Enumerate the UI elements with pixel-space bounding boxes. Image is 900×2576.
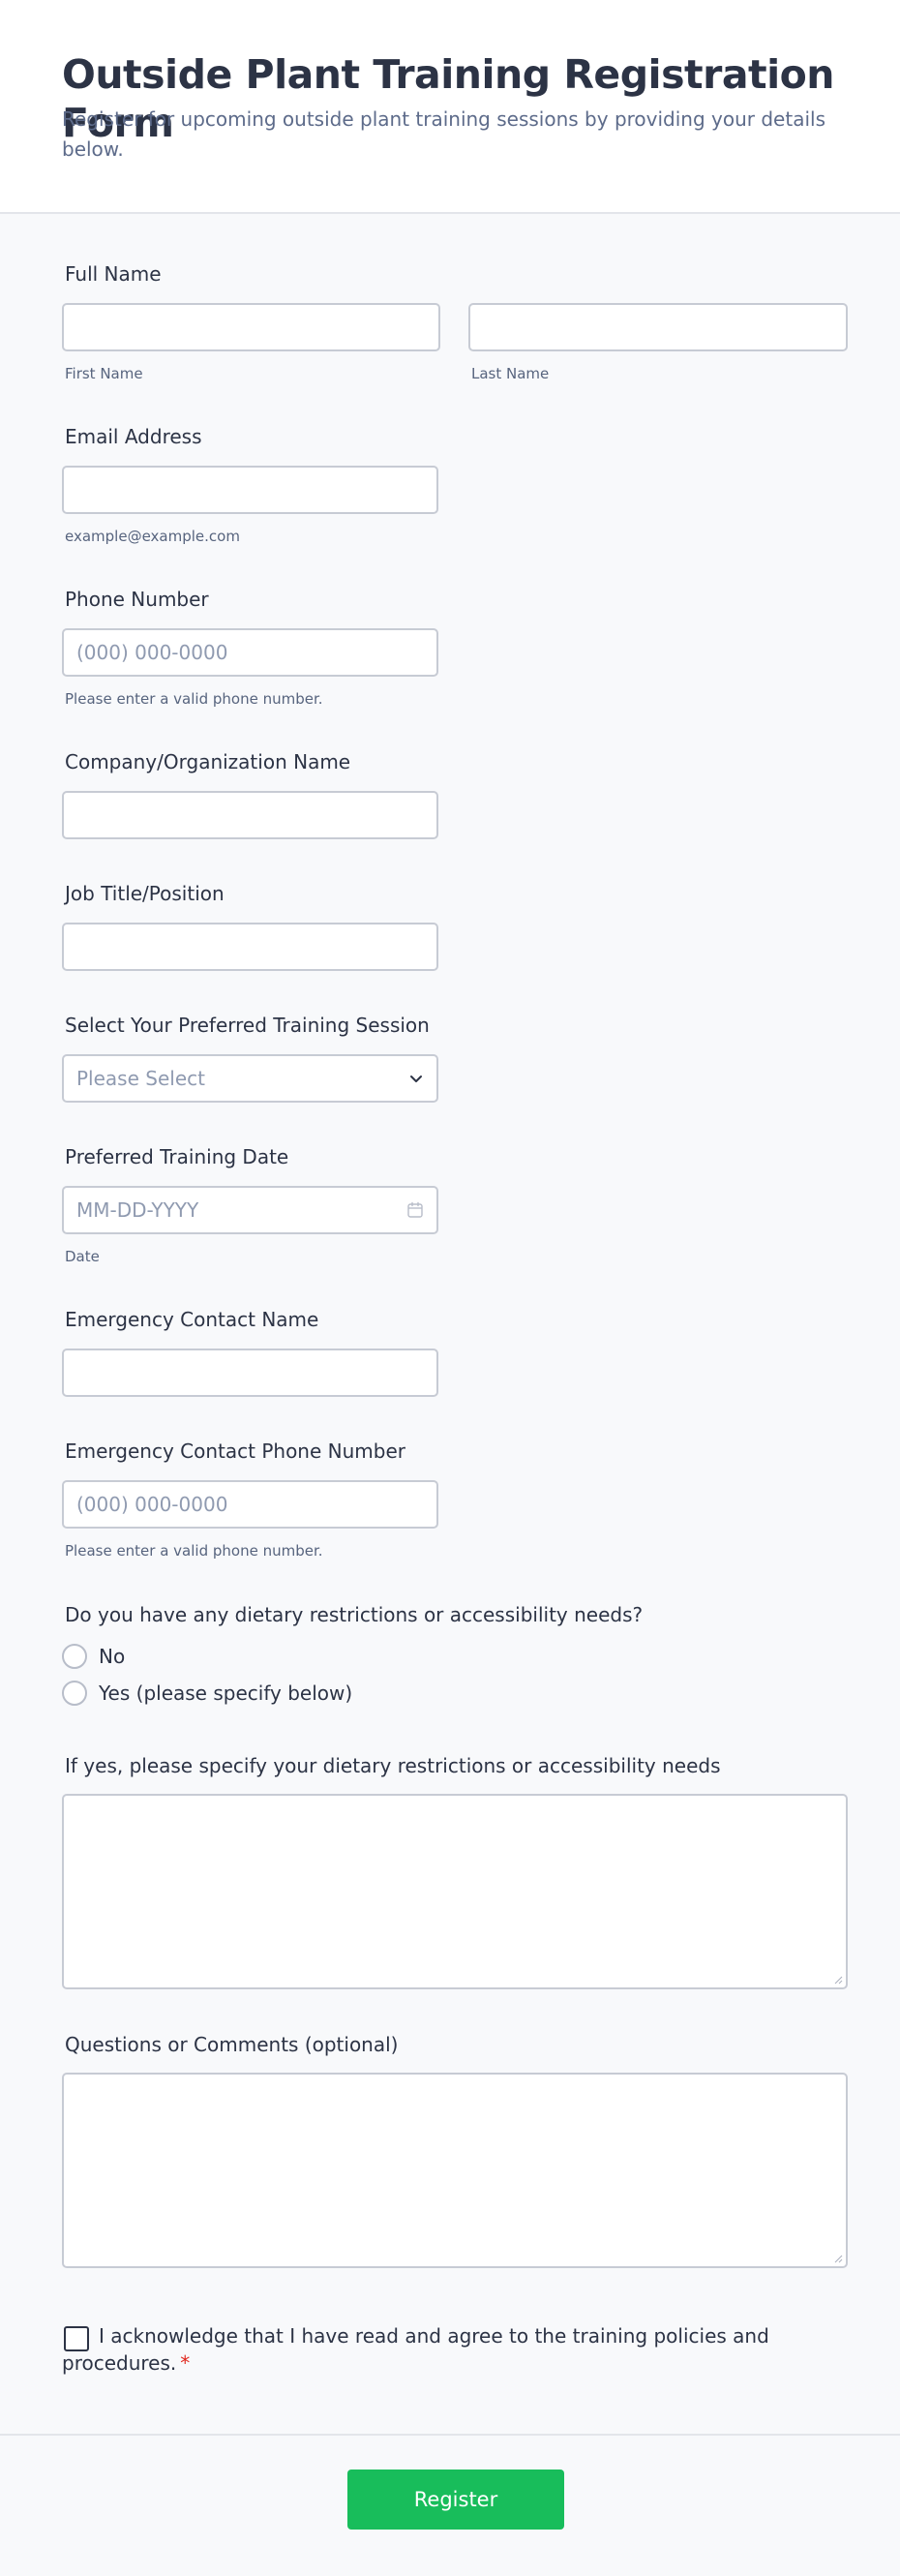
company-label: Company/Organization Name [65, 750, 351, 773]
emergency-phone-placeholder: (000) 000-0000 [76, 1493, 228, 1516]
job-title-label: Job Title/Position [65, 882, 225, 905]
specify-textarea[interactable] [62, 1794, 848, 1989]
radio-option-label: No [99, 1645, 126, 1668]
emergency-name-label: Emergency Contact Name [65, 1308, 319, 1331]
comments-textarea[interactable] [62, 2073, 848, 2268]
phone-input[interactable]: (000) 000-0000 [62, 628, 438, 677]
emergency-phone-label: Emergency Contact Phone Number [65, 1440, 405, 1463]
phone-sublabel: Please enter a valid phone number. [65, 690, 323, 708]
date-placeholder: MM-DD-YYYY [76, 1198, 199, 1222]
last-name-input[interactable] [468, 303, 848, 351]
acknowledge-text: I acknowledge that I have read and agree… [62, 2324, 769, 2375]
job-title-input[interactable] [62, 923, 438, 971]
radio-option-no[interactable]: No [62, 1643, 125, 1670]
first-name-input[interactable] [62, 303, 440, 351]
acknowledge-label: I acknowledge that I have read and agree… [62, 2322, 797, 2377]
emergency-phone-input[interactable]: (000) 000-0000 [62, 1480, 438, 1529]
session-select[interactable]: Please Select [62, 1054, 438, 1103]
comments-label: Questions or Comments (optional) [65, 2033, 399, 2056]
resize-grip-icon[interactable] [833, 2254, 843, 2263]
radio-button[interactable] [62, 1644, 87, 1669]
email-input[interactable] [62, 466, 438, 514]
email-label: Email Address [65, 425, 202, 448]
first-name-sublabel: First Name [65, 365, 143, 382]
date-sublabel: Date [65, 1248, 100, 1265]
full-name-label: Full Name [65, 262, 162, 286]
date-label: Preferred Training Date [65, 1145, 289, 1168]
last-name-sublabel: Last Name [471, 365, 550, 382]
emergency-name-input[interactable] [62, 1349, 438, 1397]
phone-label: Phone Number [65, 588, 209, 611]
resize-grip-icon[interactable] [833, 1975, 843, 1985]
register-button[interactable]: Register [347, 2470, 564, 2530]
form-page: Outside Plant Training Registration Form… [0, 0, 900, 2576]
phone-placeholder: (000) 000-0000 [76, 641, 228, 664]
date-input[interactable]: MM-DD-YYYY [62, 1186, 438, 1234]
email-sublabel: example@example.com [65, 528, 240, 545]
dietary-label: Do you have any dietary restrictions or … [65, 1603, 644, 1626]
form-subtitle: Register for upcoming outside plant trai… [62, 107, 825, 161]
required-marker: * [180, 2351, 191, 2375]
radio-option-yes[interactable]: Yes (please specify below) [62, 1680, 352, 1707]
chevron-down-icon [410, 1076, 422, 1082]
company-input[interactable] [62, 791, 438, 839]
session-selected-value: Please Select [76, 1067, 205, 1090]
emergency-phone-sublabel: Please enter a valid phone number. [65, 1542, 323, 1560]
calendar-icon[interactable] [405, 1200, 425, 1220]
session-label: Select Your Preferred Training Session [65, 1014, 430, 1037]
radio-option-label: Yes (please specify below) [99, 1682, 353, 1705]
form-header: Outside Plant Training Registration Form… [0, 0, 900, 214]
specify-label: If yes, please specify your dietary rest… [65, 1754, 721, 1777]
radio-button[interactable] [62, 1681, 87, 1706]
